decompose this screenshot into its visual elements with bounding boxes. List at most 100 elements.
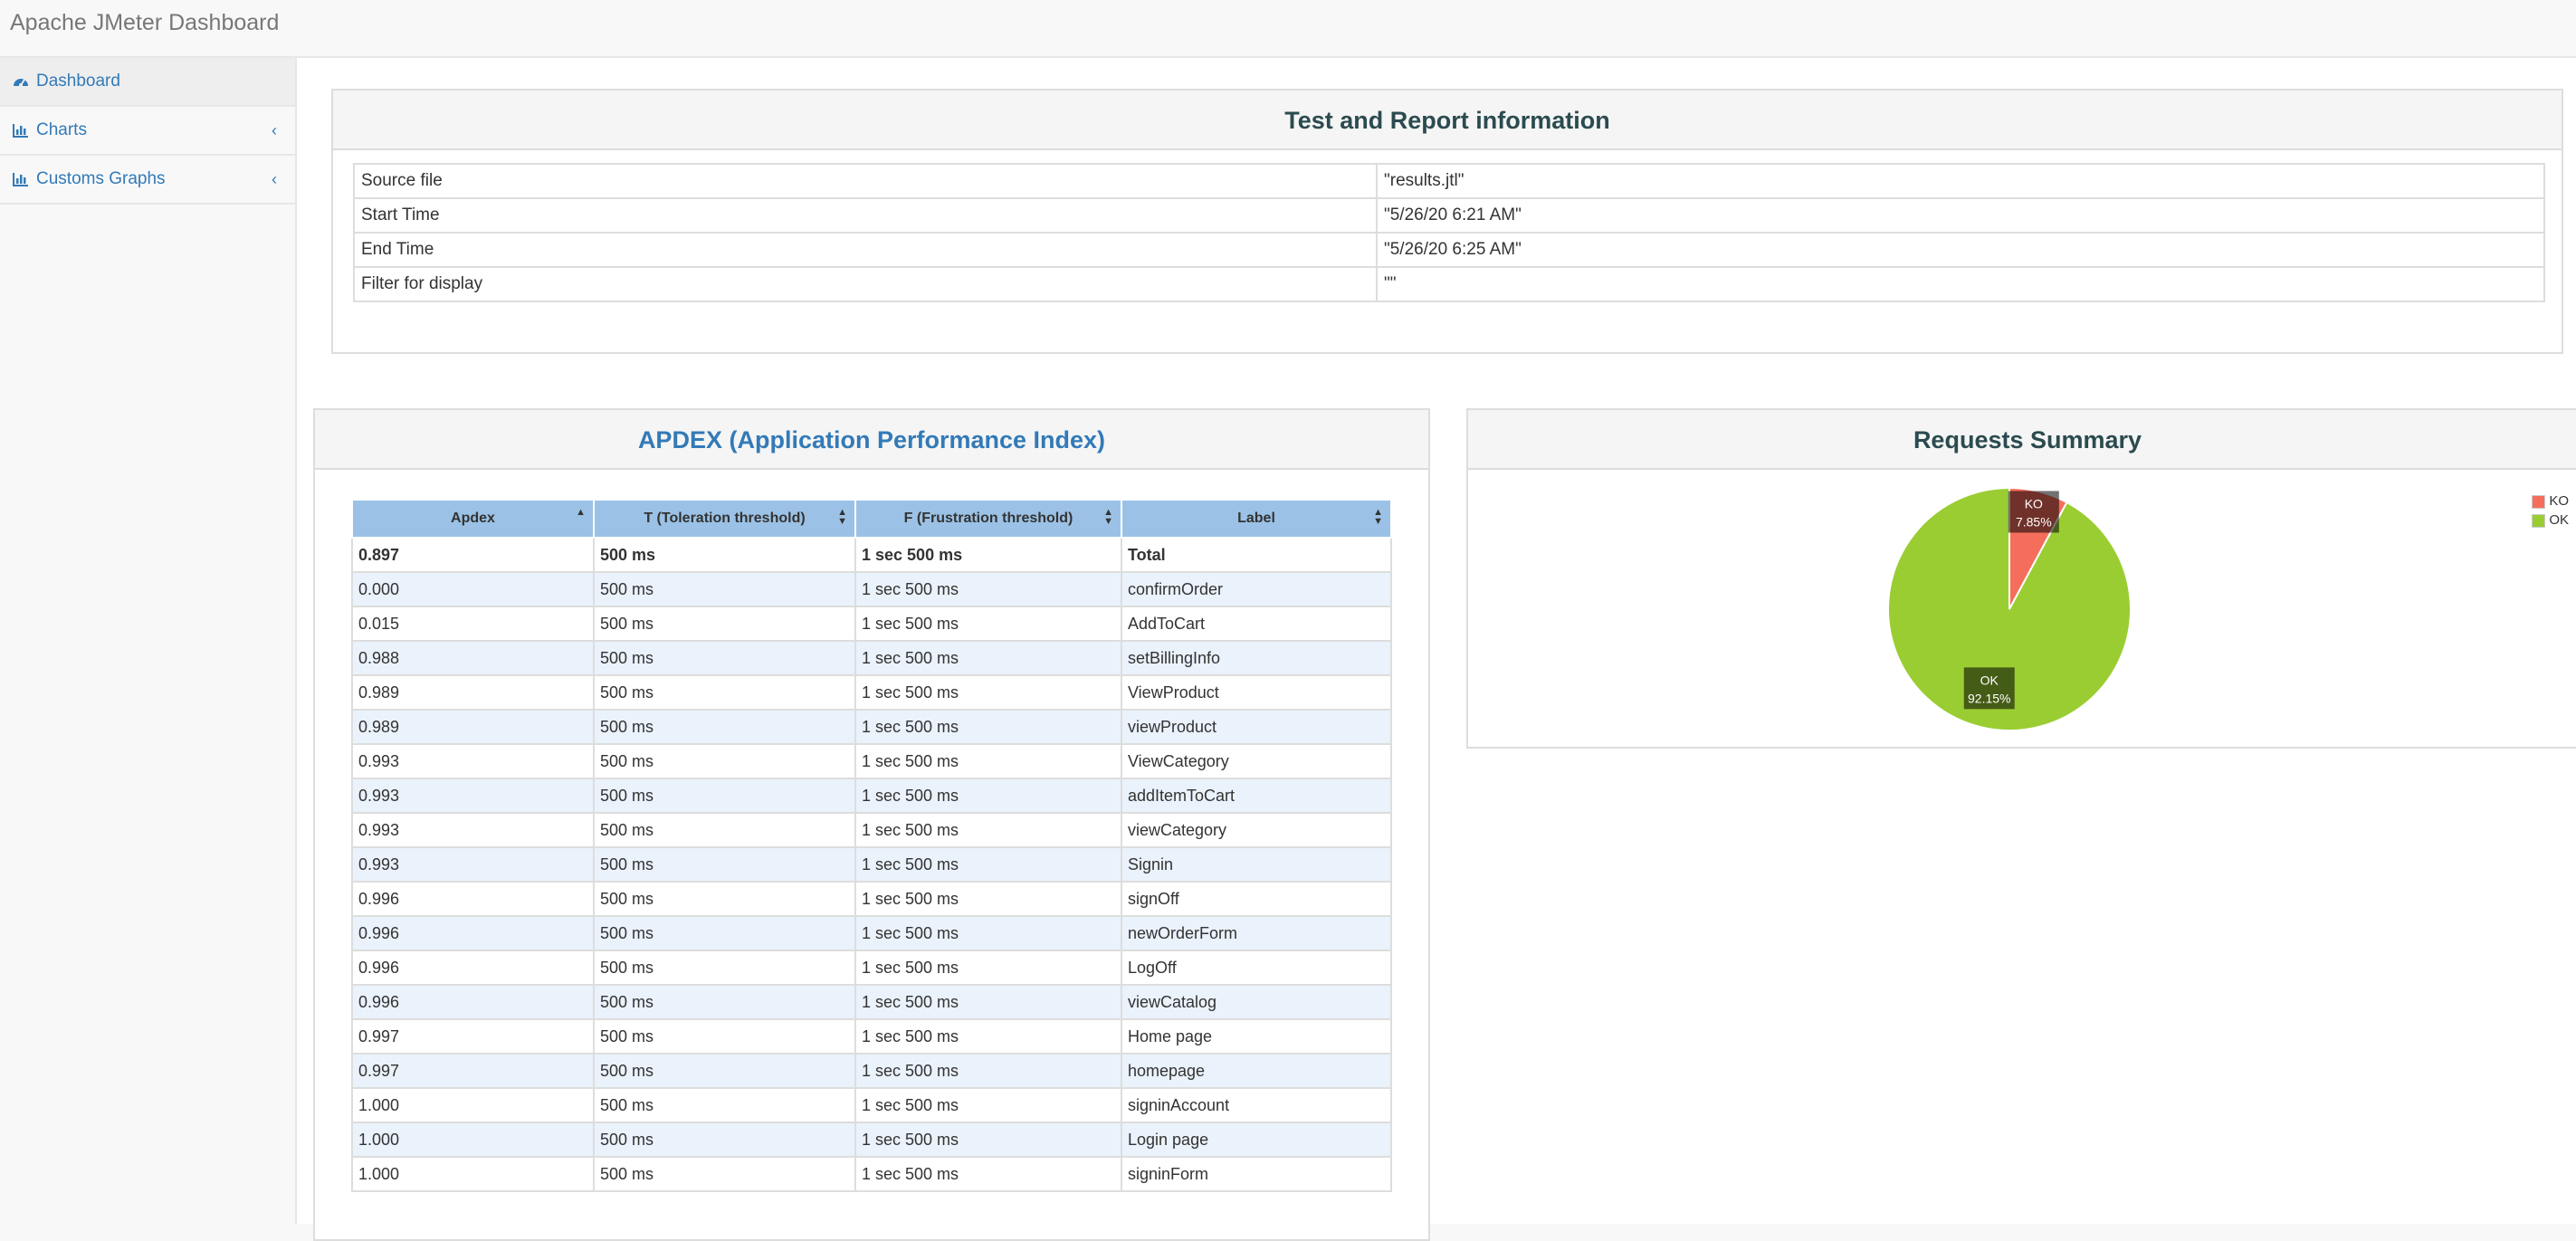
column-header-label-col[interactable]: Label ▲ ▼: [1121, 499, 1392, 539]
sidebar-item-dashboard[interactable]: Dashboard: [0, 58, 295, 107]
label-cell: viewCatalog: [1121, 984, 1392, 1020]
table-row: 0.996 500 ms 1 sec 500 ms newOrderForm: [351, 915, 1392, 951]
frustration-cell: 1 sec 500 ms: [854, 1087, 1122, 1123]
column-header-frustration[interactable]: F (Frustration threshold) ▲ ▼: [854, 499, 1122, 539]
legend-label: OK: [2549, 512, 2569, 528]
toleration-cell: 500 ms: [593, 606, 856, 642]
label-cell: newOrderForm: [1121, 915, 1392, 951]
toleration-cell: 500 ms: [593, 709, 856, 745]
toleration-cell: 500 ms: [593, 537, 856, 573]
legend-item-ok[interactable]: OK: [2532, 511, 2569, 530]
toleration-cell: 500 ms: [593, 812, 856, 848]
apdex-value-cell: 1.000: [351, 1122, 595, 1158]
bar-chart-icon: [13, 123, 31, 138]
sidebar-item-charts[interactable]: Charts ‹: [0, 107, 295, 156]
sort-asc-icon: ▲: [576, 507, 586, 518]
frustration-cell: 1 sec 500 ms: [854, 1053, 1122, 1089]
column-header-apdex[interactable]: Apdex ▲: [351, 499, 595, 539]
frustration-cell: 1 sec 500 ms: [854, 812, 1122, 848]
apdex-value-cell: 0.015: [351, 606, 595, 642]
apdex-value-cell: 0.993: [351, 778, 595, 814]
table-row: 0.989 500 ms 1 sec 500 ms ViewProduct: [351, 674, 1392, 711]
chevron-left-icon[interactable]: ‹: [272, 156, 277, 203]
table-row: 0.997 500 ms 1 sec 500 ms Home page: [351, 1018, 1392, 1055]
apdex-value-cell: 0.000: [351, 571, 595, 607]
table-row: 0.988 500 ms 1 sec 500 ms setBillingInfo: [351, 640, 1392, 676]
table-row: 0.015 500 ms 1 sec 500 ms AddToCart: [351, 606, 1392, 642]
toleration-cell: 500 ms: [593, 1156, 856, 1192]
sidebar: Dashboard Charts ‹ Customs Graphs ‹: [0, 58, 297, 1224]
apdex-value-cell: 0.997: [351, 1053, 595, 1089]
test-info-table: Source file "results.jtl" Start Time "5/…: [353, 163, 2545, 302]
toleration-cell: 500 ms: [593, 950, 856, 986]
frustration-cell: 1 sec 500 ms: [854, 1018, 1122, 1055]
label-cell: signOff: [1121, 881, 1392, 917]
apdex-value-cell: 0.993: [351, 743, 595, 779]
sidebar-item-customs-graphs[interactable]: Customs Graphs ‹: [0, 156, 295, 205]
frustration-cell: 1 sec 500 ms: [854, 950, 1122, 986]
label-cell: setBillingInfo: [1121, 640, 1392, 676]
label-cell: ViewCategory: [1121, 743, 1392, 779]
chevron-left-icon[interactable]: ‹: [272, 107, 277, 154]
table-row: Filter for display "": [353, 266, 2545, 302]
panel-heading: Requests Summary: [1468, 410, 2576, 470]
apdex-value-cell: 0.993: [351, 812, 595, 848]
apdex-panel: APDEX (Application Performance Index) Ap…: [313, 408, 1430, 1241]
label-cell: ViewProduct: [1121, 674, 1392, 711]
test-report-info-panel: Test and Report information Source file …: [331, 89, 2563, 354]
sidebar-item-label: Charts: [36, 120, 87, 139]
sort-both-icon: ▲ ▼: [1103, 507, 1113, 527]
apdex-value-cell: 0.993: [351, 846, 595, 883]
chart-legend: KO OK: [2532, 492, 2569, 530]
info-key: Start Time: [353, 197, 1378, 234]
requests-summary-pie-chart[interactable]: KO 7.85% OK 92.15%: [1468, 470, 2576, 747]
app-title[interactable]: Apache JMeter Dashboard: [10, 10, 279, 36]
toleration-cell: 500 ms: [593, 640, 856, 676]
toleration-cell: 500 ms: [593, 674, 856, 711]
sort-both-icon: ▲ ▼: [1373, 507, 1383, 527]
pie-label-text: 92.15%: [1968, 691, 2010, 705]
legend-swatch-ok: [2532, 513, 2546, 528]
column-header-toleration[interactable]: T (Toleration threshold) ▲ ▼: [593, 499, 856, 539]
apdex-value-cell: 0.996: [351, 984, 595, 1020]
label-cell: viewProduct: [1121, 709, 1392, 745]
requests-summary-panel: Requests Summary KO 7.85% OK 92.15% KO OK: [1466, 408, 2576, 749]
table-row: 0.993 500 ms 1 sec 500 ms addItemToCart: [351, 778, 1392, 814]
panel-heading: APDEX (Application Performance Index): [315, 410, 1428, 470]
column-header-label: T (Toleration threshold): [644, 511, 806, 526]
label-cell: LogOff: [1121, 950, 1392, 986]
toleration-cell: 500 ms: [593, 1053, 856, 1089]
frustration-cell: 1 sec 500 ms: [854, 537, 1122, 573]
info-value: "": [1376, 266, 2545, 302]
table-header-row: Apdex ▲ T (Toleration threshold) ▲ ▼ F (F…: [351, 499, 1392, 539]
apdex-table-body: 0.897 500 ms 1 sec 500 ms Total 0.000 500 ms 1…: [351, 537, 1392, 1192]
pie-label-ko: KO 7.85%: [2008, 491, 2059, 533]
frustration-cell: 1 sec 500 ms: [854, 709, 1122, 745]
table-row: 0.997 500 ms 1 sec 500 ms homepage: [351, 1053, 1392, 1089]
label-cell: confirmOrder: [1121, 571, 1392, 607]
apdex-value-cell: 0.988: [351, 640, 595, 676]
pie-label-text: KO: [2025, 496, 2043, 511]
table-row: 0.996 500 ms 1 sec 500 ms LogOff: [351, 950, 1392, 986]
label-cell: Total: [1121, 537, 1392, 573]
toleration-cell: 500 ms: [593, 743, 856, 779]
apdex-value-cell: 0.989: [351, 674, 595, 711]
pie-label-text: OK: [1980, 673, 1999, 687]
apdex-value-cell: 0.996: [351, 950, 595, 986]
table-row: 0.989 500 ms 1 sec 500 ms viewProduct: [351, 709, 1392, 745]
toleration-cell: 500 ms: [593, 778, 856, 814]
apdex-title-link[interactable]: APDEX (Application Performance Index): [638, 426, 1105, 453]
frustration-cell: 1 sec 500 ms: [854, 915, 1122, 951]
apdex-value-cell: 1.000: [351, 1087, 595, 1123]
label-cell: Signin: [1121, 846, 1392, 883]
legend-label: KO: [2549, 493, 2569, 509]
table-row: 1.000 500 ms 1 sec 500 ms signinForm: [351, 1156, 1392, 1192]
info-value: "5/26/20 6:25 AM": [1376, 232, 2545, 268]
frustration-cell: 1 sec 500 ms: [854, 1156, 1122, 1192]
label-cell: AddToCart: [1121, 606, 1392, 642]
label-cell: addItemToCart: [1121, 778, 1392, 814]
label-cell: viewCategory: [1121, 812, 1392, 848]
table-row: Start Time "5/26/20 6:21 AM": [353, 197, 2545, 234]
legend-item-ko[interactable]: KO: [2532, 492, 2569, 511]
pie-label-text: 7.85%: [2016, 514, 2052, 529]
